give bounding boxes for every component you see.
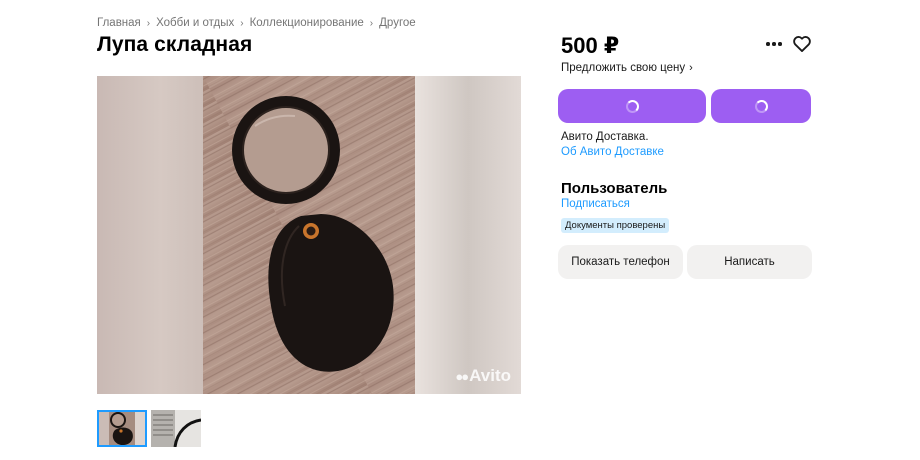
chevron-right-icon: › <box>240 17 244 29</box>
price: 500 ₽ <box>561 33 620 58</box>
spinner-icon <box>754 99 768 113</box>
thumbnail-2[interactable] <box>151 410 201 447</box>
chevron-right-icon: › <box>146 17 151 29</box>
breadcrumb-home[interactable]: Главная <box>97 17 141 29</box>
offer-price-link[interactable]: Предложить свою цену › <box>561 62 693 74</box>
breadcrumb: Главная › Хобби и отдых › Коллекциониров… <box>97 17 416 29</box>
documents-verified-badge: Документы проверены <box>561 218 670 233</box>
write-message-button[interactable]: Написать <box>687 245 812 279</box>
heart-icon[interactable] <box>792 34 812 54</box>
gallery-blur-right <box>415 76 521 394</box>
spinner-icon <box>625 99 639 113</box>
gallery-blur-left <box>97 76 203 394</box>
thumbnail-1[interactable] <box>97 410 147 447</box>
chevron-right-icon: › <box>369 17 374 29</box>
delivery-text: Авито Доставка. <box>561 131 649 143</box>
main-photo[interactable] <box>203 76 415 394</box>
seller-name[interactable]: Пользователь <box>561 180 667 197</box>
add-to-cart-button[interactable] <box>711 89 811 123</box>
buy-with-delivery-button[interactable] <box>558 89 706 123</box>
thumbnail-strip <box>97 410 201 447</box>
photo-gallery[interactable]: ●● Avito <box>97 76 521 394</box>
more-dots-icon[interactable] <box>764 35 784 53</box>
page-title: Лупа складная <box>97 33 253 56</box>
breadcrumb-collecting[interactable]: Коллекционирование <box>250 17 364 29</box>
breadcrumb-other[interactable]: Другое <box>379 17 416 29</box>
avito-watermark: ●● Avito <box>455 366 511 385</box>
subscribe-link[interactable]: Подписаться <box>561 198 630 210</box>
avito-logo-icon: ●● <box>455 368 469 384</box>
show-phone-button[interactable]: Показать телефон <box>558 245 683 279</box>
delivery-info-link[interactable]: Об Авито Доставке <box>561 146 664 158</box>
chevron-right-icon: › <box>689 62 693 74</box>
breadcrumb-hobby[interactable]: Хобби и отдых <box>156 17 234 29</box>
